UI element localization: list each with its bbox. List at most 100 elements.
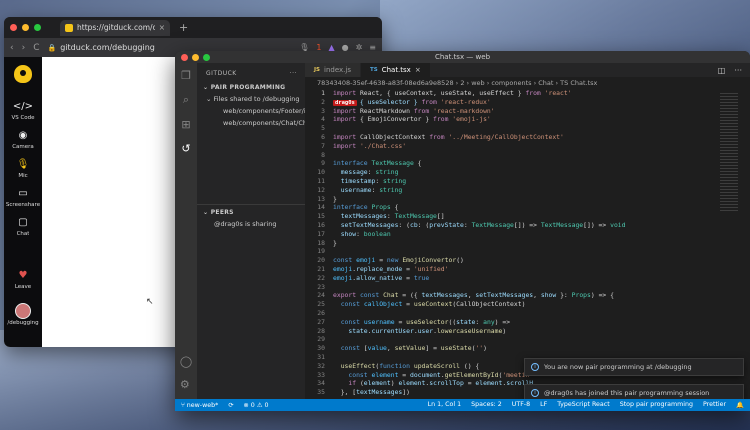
vscode-button[interactable]: </> VS Code — [11, 101, 34, 121]
branch-indicator[interactable]: ⑂ new-web* — [181, 402, 218, 409]
code-text: const callObject = useContext(CallObject… — [340, 300, 526, 309]
gitduck-sidebar: </> VS Code ◉ Camera 🎙 Mic ▭ Screenshare… — [4, 57, 42, 347]
user-profile[interactable]: /debugging — [7, 303, 39, 326]
sync-icon[interactable]: ⟳ — [228, 402, 233, 409]
code-line[interactable]: 5 — [305, 124, 750, 133]
code-line[interactable]: 23 — [305, 283, 750, 292]
encoding[interactable]: UTF-8 — [512, 401, 530, 409]
tab-chat-tsx[interactable]: TS Chat.tsx × — [360, 63, 431, 77]
code-line[interactable]: 9 interface TextMessage { — [305, 159, 750, 168]
line-number: 1 — [321, 89, 325, 97]
code-line[interactable]: 6 import CallObjectContext from '../Meeti… — [305, 133, 750, 142]
code-line[interactable]: 17 show: boolean — [305, 230, 750, 239]
code-editor[interactable]: 1 import React, { useContext, useState, u… — [305, 89, 750, 399]
stop-pair-programming-button[interactable]: Stop pair programming — [620, 401, 693, 409]
line-number: 26 — [317, 308, 325, 317]
peer-item[interactable]: @drag0s is sharing — [197, 218, 305, 228]
chat-button[interactable]: ▢ Chat — [17, 217, 30, 237]
line-number: 17 — [317, 229, 325, 238]
indentation[interactable]: Spaces: 2 — [471, 401, 502, 409]
code-text: import './Chat.css' — [333, 141, 407, 150]
camera-button[interactable]: ◉ Camera — [12, 130, 34, 150]
tree-item-file[interactable]: web/components/Chat/Ch... — [197, 117, 305, 129]
code-line[interactable]: 16 setTextMessages: (cb: (prevState: Tex… — [305, 221, 750, 230]
code-line[interactable]: 3 import ReactMarkdown from 'react-markdo… — [305, 107, 750, 116]
notification-toast[interactable]: i You are now pair programming at /debug… — [524, 358, 744, 376]
mic-button[interactable]: 🎙 Mic — [17, 159, 30, 179]
code-text: drag0s{ useSelector } from 'react-redux' — [333, 97, 491, 106]
extensions-icon[interactable]: ⊞ — [181, 118, 190, 131]
code-line[interactable]: 13} — [305, 195, 750, 204]
code-text: setTextMessages: (cb: (prevState: TextMe… — [340, 220, 626, 229]
code-line[interactable]: 1 import React, { useContext, useState, u… — [305, 89, 750, 98]
code-text: message: string — [340, 168, 399, 177]
line-number: 23 — [317, 282, 325, 291]
explorer-icon[interactable]: ❐ — [181, 69, 191, 82]
peers-header[interactable]: ⌄ PEERS — [197, 207, 305, 218]
code-line[interactable]: 26 — [305, 309, 750, 318]
new-tab-button[interactable]: + — [179, 21, 188, 34]
code-line[interactable]: 15 textMessages: TextMessage[] — [305, 212, 750, 221]
code-text: const [value, setValue] = useState('') — [340, 344, 487, 353]
pair-programming-section[interactable]: ⌄ PAIR PROGRAMMING — [197, 82, 305, 93]
code-line[interactable]: 4 import { EmojiConvertor } from 'emoji-j… — [305, 115, 750, 124]
code-line[interactable]: 8 — [305, 151, 750, 160]
line-number: 2 — [321, 97, 325, 106]
line-number: 7 — [321, 141, 325, 150]
code-line[interactable]: 30 const [value, setValue] = useState(''… — [305, 344, 750, 353]
more-actions-icon[interactable]: ··· — [290, 70, 297, 77]
tree-item-shared-files[interactable]: ⌄ Files shared to /debugging — [197, 93, 305, 105]
problems-indicator[interactable]: ⊗ 0 ⚠ 0 — [244, 402, 269, 409]
code-line[interactable]: 21 emoji.replace_mode = 'unified' — [305, 265, 750, 274]
settings-gear-icon[interactable]: ⚙ — [180, 378, 192, 391]
leave-button[interactable]: ♥ Leave — [15, 270, 31, 290]
reload-button[interactable]: C — [33, 43, 39, 53]
code-text: textMessages: TextMessage[] — [340, 212, 445, 221]
gitduck-icon[interactable]: ↺ — [181, 142, 190, 155]
search-icon[interactable]: ⌕ — [183, 93, 189, 107]
cursor-position[interactable]: Ln 1, Col 1 — [428, 401, 462, 409]
code-line[interactable]: 11 timestamp: string — [305, 177, 750, 186]
maximize-window-button[interactable] — [34, 24, 41, 31]
back-button[interactable]: ‹ — [10, 43, 14, 53]
code-line[interactable]: 27 const username = useSelector((state: … — [305, 318, 750, 327]
screenshare-button[interactable]: ▭ Screenshare — [6, 188, 40, 208]
code-text: state.currentUser.user.lowercaseUsername… — [348, 326, 507, 335]
peers-section: ⌄ PEERS @drag0s is sharing — [197, 204, 305, 228]
code-line[interactable]: 10 message: string — [305, 168, 750, 177]
close-tab-icon[interactable]: × — [159, 23, 165, 32]
line-number: 19 — [317, 247, 325, 256]
breadcrumb[interactable]: 78343408-35ef-4638-a83f-08ed6a9e8528 › 2… — [305, 77, 750, 88]
code-line[interactable]: 25 const callObject = useContext(CallObj… — [305, 300, 750, 309]
code-line[interactable]: 12 username: string — [305, 186, 750, 195]
code-line[interactable]: 22 emoji.allow_native = true — [305, 274, 750, 283]
line-number: 29 — [317, 335, 325, 344]
split-editor-icon[interactable]: ◫ — [718, 66, 726, 75]
account-icon[interactable]: ◯ — [180, 355, 192, 368]
code-text: const emoji = new EmojiConvertor() — [333, 256, 464, 265]
browser-tab[interactable]: https://gitduck.com/debugg × — [60, 19, 170, 36]
code-line[interactable]: 29 — [305, 335, 750, 344]
language-mode[interactable]: TypeScript React — [557, 401, 609, 409]
prettier-status[interactable]: Prettier — [703, 401, 726, 409]
notifications-bell-icon[interactable]: 🔔 — [736, 401, 744, 409]
code-line[interactable]: 18} — [305, 239, 750, 248]
code-line[interactable]: 20 const emoji = new EmojiConvertor() — [305, 256, 750, 265]
minimize-window-button[interactable] — [22, 24, 29, 31]
code-text: interface TextMessage { — [333, 159, 422, 168]
line-number: 25 — [317, 300, 325, 309]
close-tab-icon[interactable]: × — [415, 66, 421, 74]
line-ending[interactable]: LF — [540, 401, 547, 409]
close-window-button[interactable] — [10, 24, 17, 31]
tab-index-js[interactable]: JS index.js — [305, 63, 361, 77]
tree-item-file[interactable]: web/components/Footer/i... — [197, 105, 305, 117]
code-line[interactable]: 19 — [305, 247, 750, 256]
code-line[interactable]: 24 export const Chat = ({ textMessages, s… — [305, 291, 750, 300]
forward-button[interactable]: › — [22, 43, 26, 53]
code-line[interactable]: 7 import './Chat.css' — [305, 142, 750, 151]
code-line[interactable]: 28 state.currentUser.user.lowercaseUsern… — [305, 327, 750, 336]
more-actions-icon[interactable]: ··· — [734, 66, 742, 75]
minimap[interactable] — [720, 93, 738, 213]
code-line[interactable]: 2 drag0s{ useSelector } from 'react-redux… — [305, 98, 750, 107]
code-line[interactable]: 14 interface Props { — [305, 203, 750, 212]
